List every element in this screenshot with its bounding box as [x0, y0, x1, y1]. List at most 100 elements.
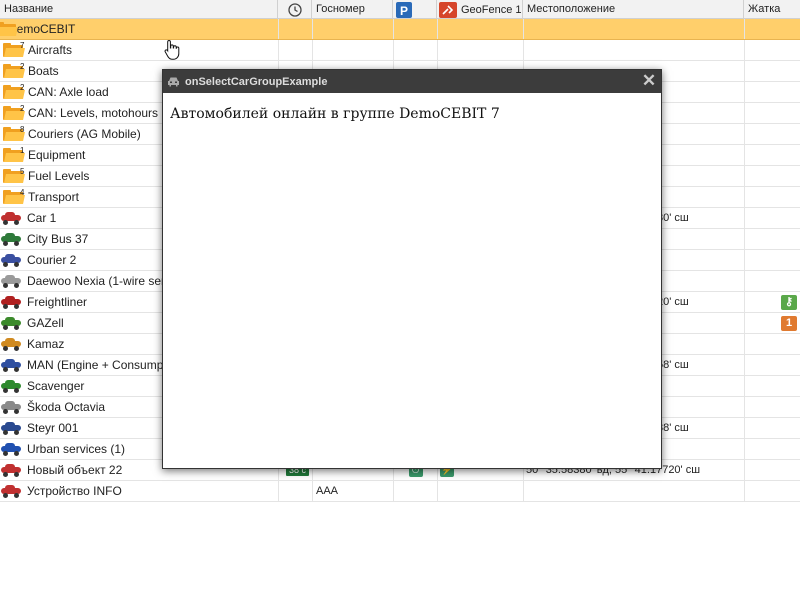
harvester-cell: [744, 418, 800, 438]
name-cell: DemoCEBIT: [0, 19, 278, 39]
harvester-cell: [744, 397, 800, 417]
harvester-cell: [744, 208, 800, 228]
unit-label: Устройство INFO: [27, 484, 122, 498]
vehicle-icon: [1, 317, 21, 330]
plate-cell: AAA: [312, 481, 393, 501]
column-header-clock[interactable]: [278, 0, 312, 19]
name-cell: Устройство INFO: [0, 481, 278, 501]
harvester-cell: [744, 61, 800, 81]
vehicle-icon: [1, 338, 21, 351]
column-header-plate[interactable]: Госномер: [312, 0, 393, 19]
vehicle-icon: [1, 254, 21, 267]
column-header-location[interactable]: Местоположение: [523, 0, 744, 19]
vehicle-icon: [1, 359, 21, 372]
parking-cell: [393, 40, 437, 60]
svg-text:P: P: [400, 4, 408, 18]
harvester-cell: [744, 166, 800, 186]
unit-label: Courier 2: [27, 253, 77, 267]
unit-label: GAZell: [27, 316, 64, 330]
vehicle-icon: [1, 401, 21, 414]
group-label: CAN: Levels, motohours: [28, 106, 159, 120]
folder-icon: [0, 22, 18, 36]
clock-icon: [287, 2, 302, 17]
group-count: 7: [20, 41, 25, 50]
dialog-title: onSelectCarGroupExample: [185, 75, 328, 88]
harvester-cell: [744, 355, 800, 375]
unit-label: Škoda Octavia: [27, 400, 106, 414]
unit-row[interactable]: Устройство INFO AAA: [0, 481, 800, 502]
harvester-cell: [744, 334, 800, 354]
column-header-name[interactable]: Название: [0, 0, 278, 19]
geofence-cell: [437, 40, 523, 60]
harvester-cell: [744, 250, 800, 270]
group-row[interactable]: DemoCEBIT: [0, 19, 800, 40]
unit-label: MAN (Engine + Consumption: [27, 358, 183, 372]
group-count: 2: [20, 62, 25, 71]
car-icon: [168, 77, 179, 87]
harvester-cell: [744, 187, 800, 207]
vehicle-icon: [1, 296, 21, 309]
column-header-harvester[interactable]: Жатка: [744, 0, 800, 19]
harvester-cell: [744, 460, 800, 480]
harvester-cell: [744, 82, 800, 102]
unit-label: Freightliner: [27, 295, 88, 309]
location-cell: [523, 481, 744, 501]
unit-label: Daewoo Nexia (1-wire sensor: [27, 274, 185, 288]
vehicle-icon: [1, 443, 21, 456]
unit-label: Kamaz: [27, 337, 65, 351]
group-label: Equipment: [28, 148, 86, 162]
vehicle-icon: [1, 275, 21, 288]
unit-label: City Bus 37: [27, 232, 89, 246]
group-count: 2: [20, 104, 25, 113]
close-button[interactable]: ✕: [641, 72, 657, 89]
column-header-parking[interactable]: P: [393, 0, 437, 19]
unit-label: Steyr 001: [27, 421, 79, 435]
harvester-cell: ⚷: [744, 292, 800, 312]
group-count: 5: [20, 167, 25, 176]
group-label: CAN: Axle load: [28, 85, 109, 99]
table-header: Название Госномер P GeoFence 1 Местополо…: [0, 0, 800, 19]
location-cell: [523, 40, 744, 60]
vehicle-icon: [1, 212, 21, 225]
harvester-cell: [744, 481, 800, 501]
harvester-cell: [744, 229, 800, 249]
vehicle-icon: [1, 485, 21, 498]
dialog-body: Автомобилей онлайн в группе DemoCEBIT 7: [163, 93, 661, 135]
unit-label: Urban services (1): [27, 442, 126, 456]
group-count: 2: [20, 83, 25, 92]
geofence-cell: [437, 481, 523, 501]
unit-label: Новый объект 22: [27, 463, 123, 477]
geofence-cell: [437, 19, 523, 39]
harvester-cell: 1: [744, 313, 800, 333]
clock-cell: [278, 19, 312, 39]
key-icon[interactable]: ⚷: [781, 294, 797, 310]
group-count: 1: [20, 146, 25, 155]
plate-cell: [312, 19, 393, 39]
unit-label: Car 1: [27, 211, 57, 225]
ignition-icon: [439, 1, 457, 18]
group-label: Boats: [28, 64, 59, 78]
group-label: Fuel Levels: [28, 169, 90, 183]
group-label: Couriers (AG Mobile): [28, 127, 141, 141]
harvester-cell: [744, 376, 800, 396]
column-header-geofence[interactable]: GeoFence 1: [437, 0, 523, 19]
group-label: Aircrafts: [28, 43, 73, 57]
plate-value: AAA: [316, 485, 339, 497]
dialog-titlebar[interactable]: onSelectCarGroupExample ✕: [163, 70, 661, 93]
column-header-harvester-label: Жатка: [748, 3, 781, 15]
group-count: 4: [20, 188, 25, 197]
group-label: DemoCEBIT: [8, 22, 76, 36]
column-header-plate-label: Госномер: [316, 3, 365, 15]
clock-cell: [278, 40, 312, 60]
vehicle-icon: [1, 464, 21, 477]
parking-cell: [393, 19, 437, 39]
group-count: 8: [20, 125, 25, 134]
column-header-geofence-label: GeoFence 1: [461, 3, 522, 16]
vehicle-icon: [1, 380, 21, 393]
column-header-name-label: Название: [4, 3, 54, 15]
group-row[interactable]: 7 Aircrafts: [0, 40, 800, 61]
counter-badge[interactable]: 1: [781, 315, 797, 331]
harvester-cell: [744, 439, 800, 459]
location-cell: [523, 19, 744, 39]
harvester-cell: [744, 40, 800, 60]
